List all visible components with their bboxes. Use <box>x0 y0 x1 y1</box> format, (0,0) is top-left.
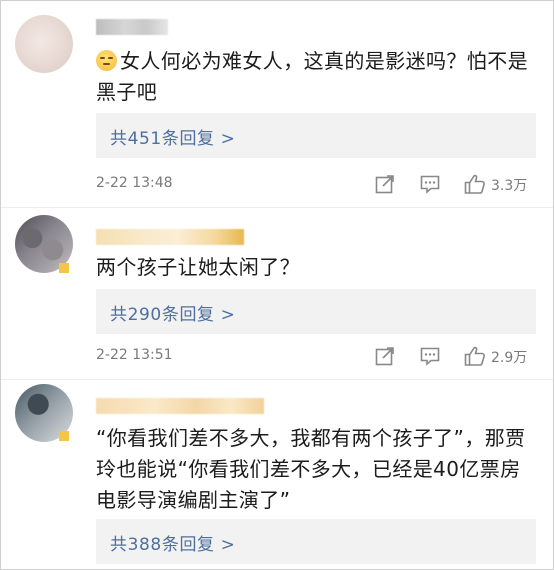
share-icon[interactable] <box>374 345 396 367</box>
comment-text-line: “你看我们差不多大，我都有两个孩子了”，那贾 <box>96 426 526 450</box>
thumbs-up-icon[interactable] <box>463 173 487 195</box>
username-blurred[interactable] <box>96 19 168 35</box>
comment-text-line: 玲也能说“你看我们差不多大，已经是40亿票房 <box>96 457 521 481</box>
member-badge-icon <box>59 263 69 273</box>
username-blurred[interactable] <box>96 229 244 245</box>
smirk-emoji-icon <box>96 50 117 71</box>
view-replies-link[interactable]: 共388条回复 > <box>110 530 236 555</box>
view-replies-link[interactable]: 共451条回复 > <box>110 124 236 149</box>
divider <box>1 379 553 380</box>
timestamp: 2-22 13:48 <box>96 175 173 191</box>
view-replies-link[interactable]: 共290条回复 > <box>110 300 236 325</box>
comment-text: 两个孩子让她太闲了？ <box>96 252 536 283</box>
member-badge-icon <box>59 431 69 441</box>
comment-list: 女人何必为难女人，这真的是影迷吗？怕不是 黑子吧 共451条回复 > 2-22 … <box>0 0 554 570</box>
comment-icon[interactable] <box>419 345 441 367</box>
comment-meta: 2-22 13:51 2.9万 <box>96 345 546 369</box>
comment-meta: 2-22 13:48 3.3万 <box>96 173 546 197</box>
username-blurred[interactable] <box>96 398 264 414</box>
like-count: 2.9万 <box>491 350 528 366</box>
avatar[interactable] <box>15 15 73 73</box>
replies-box[interactable]: 共290条回复 > <box>96 289 536 334</box>
thumbs-up-icon[interactable] <box>463 345 487 367</box>
comment-text-line: 黑子吧 <box>96 80 158 104</box>
divider <box>1 207 553 208</box>
comment-icon[interactable] <box>419 173 441 195</box>
like-count: 3.3万 <box>491 178 528 194</box>
replies-box[interactable]: 共451条回复 > <box>96 113 536 158</box>
comment-text-line: 女人何必为难女人，这真的是影迷吗？怕不是 <box>120 49 528 73</box>
comment-text: 女人何必为难女人，这真的是影迷吗？怕不是 黑子吧 <box>96 46 536 108</box>
comment-text: “你看我们差不多大，我都有两个孩子了”，那贾 玲也能说“你看我们差不多大，已经是… <box>96 423 536 516</box>
comment-text-line: 电影导演编剧主演了” <box>96 488 291 512</box>
share-icon[interactable] <box>374 173 396 195</box>
timestamp: 2-22 13:51 <box>96 347 173 363</box>
replies-box[interactable]: 共388条回复 > <box>96 519 536 564</box>
comment-text-line: 两个孩子让她太闲了？ <box>96 255 300 279</box>
